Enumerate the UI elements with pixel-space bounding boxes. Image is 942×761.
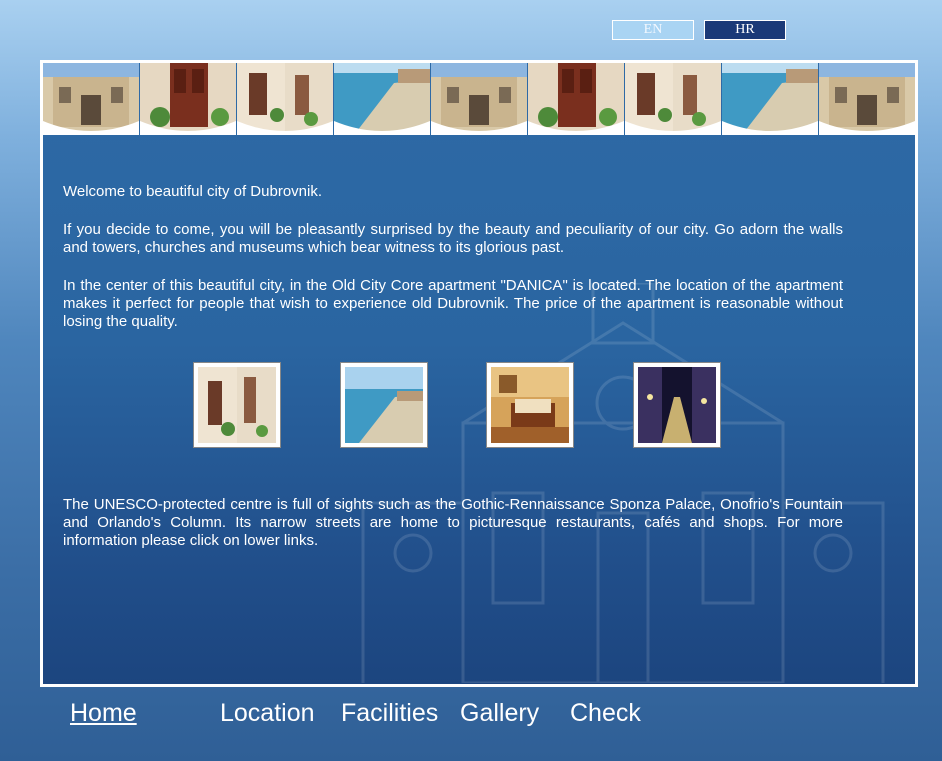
alley-photo (625, 63, 721, 135)
night-street-thumbnail[interactable] (633, 362, 721, 448)
church-photo (43, 63, 139, 135)
language-en-button[interactable]: EN (612, 20, 694, 40)
nav-location-link[interactable]: Location (220, 699, 315, 728)
alley-thumbnail[interactable] (193, 362, 281, 448)
nav-gallery-link[interactable]: Gallery (460, 699, 539, 728)
beach-photo (334, 63, 430, 135)
door-photo (140, 63, 236, 135)
alley-photo (237, 63, 333, 135)
bedroom-thumbnail[interactable] (486, 362, 574, 448)
church-photo (819, 63, 915, 135)
church-photo (431, 63, 527, 135)
nav-home-link[interactable]: Home (70, 699, 137, 728)
language-hr-button[interactable]: HR (704, 20, 786, 40)
header-photo-strip (43, 63, 915, 135)
intro-paragraph: If you decide to come, you will be pleas… (63, 221, 843, 256)
apartment-paragraph: In the center of this beautiful city, in… (63, 277, 843, 330)
nav-check-link[interactable]: Check (570, 699, 641, 728)
door-photo (528, 63, 624, 135)
unesco-paragraph: The UNESCO-protected centre is full of s… (63, 496, 843, 549)
nav-facilities-link[interactable]: Facilities (341, 699, 438, 728)
beach-thumbnail[interactable] (340, 362, 428, 448)
beach-photo (722, 63, 818, 135)
content-frame: Welcome to beautiful city of Dubrovnik. … (40, 60, 918, 687)
cathedral-background-illustration (361, 283, 885, 683)
welcome-text: Welcome to beautiful city of Dubrovnik. (63, 183, 323, 200)
